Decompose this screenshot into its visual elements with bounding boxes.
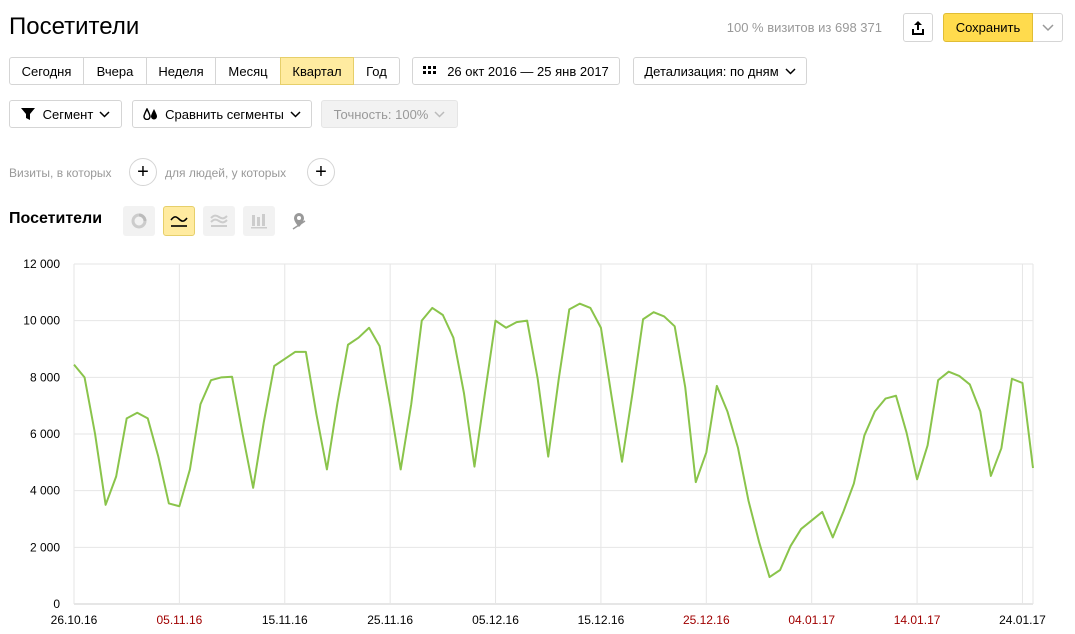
visits-condition-label: Визиты, в которых	[9, 166, 112, 180]
x-axis-labels: 26.10.16 05.11.16 15.11.16 25.11.16 05.12.16…	[51, 613, 1046, 627]
period-week[interactable]: Неделя	[146, 57, 216, 85]
save-button[interactable]: Сохранить	[943, 13, 1033, 42]
chevron-down-icon	[99, 110, 110, 118]
y-tick-label: 2 000	[30, 540, 60, 554]
plus-icon: +	[315, 161, 327, 183]
x-tick-label: 15.12.16	[578, 613, 625, 627]
calendar-icon	[423, 66, 437, 74]
line-chart-icon	[170, 216, 188, 227]
x-tick-label: 15.11.16	[262, 613, 308, 627]
period-yesterday[interactable]: Вчера	[83, 57, 147, 85]
period-quarter[interactable]: Квартал	[280, 57, 354, 85]
accuracy-dropdown[interactable]: Точность: 100%	[321, 100, 458, 128]
add-visit-condition-button[interactable]: +	[129, 158, 157, 186]
share-button[interactable]	[903, 13, 933, 42]
y-tick-label: 0	[53, 597, 60, 611]
visitors-line-chart: 0 2 000 4 000 6 000 8 000 10 000 12 000 26.10.…	[23, 257, 1046, 627]
y-axis-labels: 0 2 000 4 000 6 000 8 000 10 000 12 000	[23, 257, 60, 611]
period-selector: Сегодня Вчера Неделя Месяц Квартал Год	[9, 57, 400, 85]
chart-type-bar[interactable]	[243, 206, 275, 236]
compare-label: Сравнить сегменты	[165, 106, 284, 122]
period-today[interactable]: Сегодня	[9, 57, 84, 85]
add-people-condition-button[interactable]: +	[307, 158, 335, 186]
x-tick-label: 14.01.17	[894, 613, 941, 627]
chevron-down-icon	[1041, 23, 1054, 31]
x-tick-label: 04.01.17	[788, 613, 835, 627]
detail-dropdown[interactable]: Детализация: по дням	[633, 57, 807, 85]
y-tick-label: 6 000	[30, 427, 60, 441]
visits-info: 100 % визитов из 698 371	[726, 20, 882, 35]
segment-label: Сегмент	[42, 106, 94, 122]
bar-chart-icon	[251, 214, 267, 229]
x-tick-label: 25.12.16	[683, 613, 730, 627]
chevron-down-icon	[290, 110, 301, 118]
compare-segments-dropdown[interactable]: Сравнить сегменты	[132, 100, 312, 128]
page-title: Посетители	[9, 13, 140, 40]
x-tick-label: 26.10.16	[51, 613, 98, 627]
y-tick-label: 4 000	[30, 484, 60, 498]
area-chart-icon	[210, 214, 228, 227]
pie-chart-icon	[131, 213, 147, 229]
map-icon	[292, 213, 306, 230]
save-dropdown-button[interactable]	[1033, 13, 1063, 42]
x-tick-label: 25.11.16	[367, 613, 413, 627]
drops-icon	[143, 108, 158, 120]
people-condition-label: для людей, у которых	[165, 166, 287, 180]
y-tick-label: 8 000	[30, 370, 60, 384]
period-month[interactable]: Месяц	[215, 57, 281, 85]
y-tick-label: 10 000	[23, 314, 60, 328]
plus-icon: +	[137, 161, 149, 183]
chevron-down-icon	[785, 67, 796, 75]
y-tick-label: 12 000	[23, 257, 60, 271]
chart-title: Посетители	[9, 210, 103, 227]
chart-type-area[interactable]	[203, 206, 235, 236]
chart-type-map[interactable]	[283, 206, 315, 236]
date-range-label: 26 окт 2016 — 25 янв 2017	[447, 63, 609, 79]
chart-type-pie[interactable]	[123, 206, 155, 236]
share-icon	[912, 20, 924, 35]
y-gridlines	[74, 263, 1033, 605]
segment-dropdown[interactable]: Сегмент	[9, 100, 122, 128]
accuracy-label: Точность: 100%	[333, 106, 429, 122]
x-tick-label: 05.12.16	[472, 613, 519, 627]
detail-label: Детализация: по дням	[644, 63, 779, 79]
series-line-visitors[interactable]	[73, 302, 1034, 579]
chevron-down-icon	[434, 110, 445, 118]
x-tick-label: 05.11.16	[156, 613, 202, 627]
x-tick-label: 24.01.17	[999, 613, 1046, 627]
date-range-button[interactable]: 26 окт 2016 — 25 янв 2017	[412, 57, 620, 85]
period-year[interactable]: Год	[353, 57, 400, 85]
filter-icon	[20, 108, 35, 120]
chart-type-line[interactable]	[163, 206, 195, 236]
